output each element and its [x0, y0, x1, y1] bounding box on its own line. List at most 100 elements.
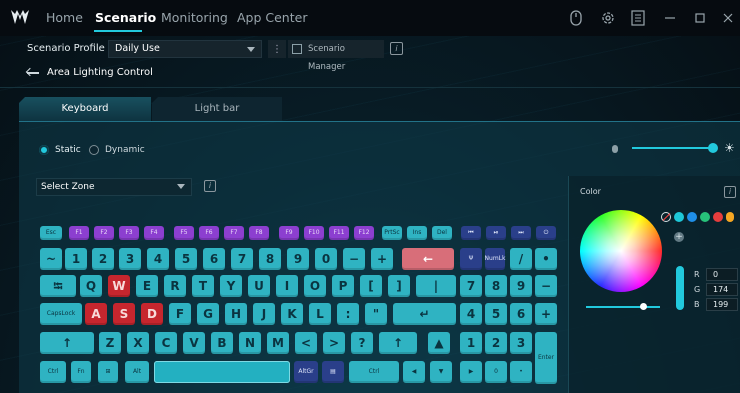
- key-row1-7[interactable]: F7: [224, 226, 244, 240]
- key-row3-7[interactable]: U: [248, 275, 270, 297]
- key-row4-13[interactable]: 4: [460, 303, 482, 325]
- key-row1-13[interactable]: PrtSc: [382, 226, 402, 240]
- key-row1-14[interactable]: Ins: [407, 226, 427, 240]
- color-slider-thumb[interactable]: [640, 303, 647, 310]
- key-row2-12[interactable]: +: [371, 248, 393, 270]
- key-row5-13[interactable]: 1: [460, 332, 482, 354]
- key-row4-3[interactable]: D: [141, 303, 163, 325]
- key-row5-4[interactable]: V: [183, 332, 205, 354]
- key-row2-5[interactable]: 5: [175, 248, 197, 270]
- color-slider[interactable]: [586, 306, 660, 308]
- key-row2-13[interactable]: ←: [402, 248, 454, 270]
- key-row2-1[interactable]: 1: [65, 248, 87, 270]
- key-row1-17[interactable]: ⏯: [486, 226, 506, 240]
- key-row4-12[interactable]: ↵: [393, 303, 456, 325]
- key-row2-0[interactable]: ~: [40, 248, 62, 270]
- key-row2-17[interactable]: •: [535, 248, 557, 270]
- key-row1-2[interactable]: F2: [94, 226, 114, 240]
- key-row2-14[interactable]: Ψ: [460, 248, 482, 270]
- color-wheel[interactable]: [580, 210, 662, 292]
- key-row6-4[interactable]: [154, 361, 290, 383]
- key-row6-2[interactable]: ⊞: [98, 361, 118, 383]
- minimize-icon[interactable]: [658, 6, 682, 30]
- color-swatch[interactable]: [674, 212, 684, 222]
- mouse-icon[interactable]: [564, 6, 588, 30]
- key-row2-10[interactable]: 0: [315, 248, 337, 270]
- key-row5-12[interactable]: ▲: [428, 332, 450, 354]
- color-swatch[interactable]: [700, 212, 710, 222]
- key-row2-16[interactable]: /: [510, 248, 532, 270]
- key-row1-3[interactable]: F3: [119, 226, 139, 240]
- key-row1-1[interactable]: F1: [69, 226, 89, 240]
- nav-tab-home[interactable]: Home: [46, 0, 83, 36]
- key-row4-8[interactable]: K: [281, 303, 303, 325]
- key-row4-6[interactable]: H: [225, 303, 247, 325]
- key-row6-3[interactable]: Alt: [125, 361, 149, 383]
- key-row2-6[interactable]: 6: [203, 248, 225, 270]
- key-row1-12[interactable]: F12: [354, 226, 374, 240]
- key-row2-3[interactable]: 3: [119, 248, 141, 270]
- key-row4-16[interactable]: +: [535, 303, 557, 325]
- key-row4-10[interactable]: :: [337, 303, 359, 325]
- key-row6-9[interactable]: ▼: [430, 361, 452, 383]
- key-row3-11[interactable]: [: [360, 275, 382, 297]
- key-row5-10[interactable]: ?: [351, 332, 373, 354]
- key-row6-6[interactable]: ▤: [322, 361, 344, 383]
- no-color-swatch[interactable]: [661, 212, 671, 222]
- key-row3-2[interactable]: W: [108, 275, 130, 297]
- color-swatch[interactable]: [687, 212, 697, 222]
- key-row6-1[interactable]: Fn: [71, 361, 91, 383]
- key-row5-7[interactable]: M: [267, 332, 289, 354]
- key-row1-11[interactable]: F11: [329, 226, 349, 240]
- key-row3-9[interactable]: O: [304, 275, 326, 297]
- key-row4-0[interactable]: CapsLock: [40, 303, 82, 325]
- tab-light-bar[interactable]: Light bar: [152, 97, 282, 121]
- key-row5-9[interactable]: >: [323, 332, 345, 354]
- key-row5-0[interactable]: ↑: [40, 332, 94, 354]
- key-row4-15[interactable]: 6: [510, 303, 532, 325]
- key-row4-7[interactable]: J: [253, 303, 275, 325]
- key-row2-9[interactable]: 9: [287, 248, 309, 270]
- settings-gear-icon[interactable]: [596, 6, 620, 30]
- tab-keyboard[interactable]: Keyboard: [19, 97, 151, 121]
- key-row5-5[interactable]: B: [211, 332, 233, 354]
- key-row4-11[interactable]: ": [365, 303, 387, 325]
- key-row2-2[interactable]: 2: [92, 248, 114, 270]
- dynamic-radio[interactable]: [89, 145, 99, 155]
- key-row6-12[interactable]: •: [510, 361, 532, 383]
- key-row5-3[interactable]: C: [155, 332, 177, 354]
- key-row3-8[interactable]: I: [276, 275, 298, 297]
- key-row4-1[interactable]: A: [85, 303, 107, 325]
- color-swatch[interactable]: [713, 212, 723, 222]
- key-row2-15[interactable]: NumLk: [485, 248, 505, 270]
- key-row1-8[interactable]: F8: [249, 226, 269, 240]
- info-icon[interactable]: i: [390, 42, 403, 55]
- key-row3-14[interactable]: 7: [460, 275, 482, 297]
- key-row6-5[interactable]: AltGr: [294, 361, 318, 383]
- scenario-manager-button[interactable]: Scenario Manager: [288, 40, 384, 72]
- info-icon[interactable]: i: [724, 186, 736, 198]
- key-row4-2[interactable]: S: [113, 303, 135, 325]
- key-row6-10[interactable]: ▶: [460, 361, 482, 383]
- menu-list-icon[interactable]: [626, 6, 650, 30]
- key-row1-15[interactable]: Del: [432, 226, 452, 240]
- info-icon[interactable]: i: [204, 180, 216, 192]
- key-row6-8[interactable]: ◀: [403, 361, 425, 383]
- key-row2-11[interactable]: −: [343, 248, 365, 270]
- key-row2-4[interactable]: 4: [147, 248, 169, 270]
- key-row6-11[interactable]: 0: [485, 361, 507, 383]
- scenario-profile-dropdown[interactable]: Daily Use: [108, 40, 262, 58]
- key-row3-4[interactable]: R: [164, 275, 186, 297]
- key-row1-4[interactable]: F4: [144, 226, 164, 240]
- nav-tab-monitoring[interactable]: Monitoring: [161, 0, 228, 36]
- back-button[interactable]: Area Lighting Control: [27, 64, 153, 82]
- key-row3-16[interactable]: 9: [510, 275, 532, 297]
- key-row4-4[interactable]: F: [169, 303, 191, 325]
- key-row1-0[interactable]: Esc: [40, 226, 62, 240]
- key-row5-11[interactable]: ↑: [379, 332, 417, 354]
- key-row2-8[interactable]: 8: [259, 248, 281, 270]
- color-swatch[interactable]: [726, 212, 734, 222]
- key-row5-16[interactable]: Enter: [535, 332, 557, 384]
- key-row3-0[interactable]: ⭾: [40, 275, 76, 297]
- static-radio[interactable]: [39, 145, 49, 155]
